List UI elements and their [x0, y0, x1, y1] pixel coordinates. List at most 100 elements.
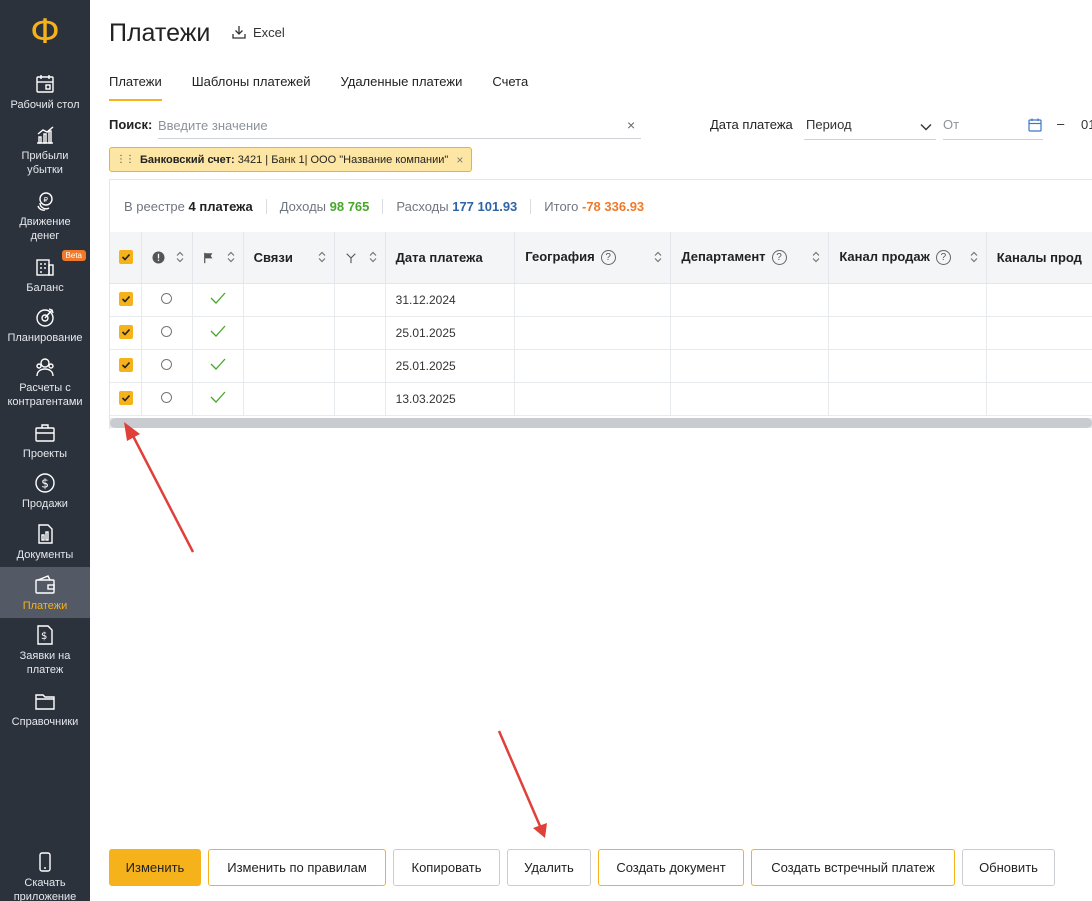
table-row[interactable]: 25.01.2025 — [110, 316, 1092, 350]
scrollbar-thumb[interactable] — [110, 418, 1092, 428]
sort-icon[interactable] — [369, 251, 377, 263]
refresh-button[interactable]: Обновить — [962, 849, 1055, 886]
summary-total-value: -78 336.93 — [582, 198, 645, 214]
row-checkbox[interactable] — [118, 292, 133, 306]
row-radio[interactable] — [161, 358, 173, 370]
help-icon[interactable]: ? — [771, 250, 787, 266]
sort-icon[interactable] — [970, 251, 978, 263]
delete-button[interactable]: Удалить — [507, 849, 591, 886]
horizontal-scrollbar[interactable] — [110, 418, 1092, 428]
column-payment-date[interactable]: Дата платежа — [385, 232, 516, 284]
alert-icon — [152, 251, 165, 264]
create-document-button[interactable]: Создать документ — [598, 849, 744, 886]
sidebar: Ф Рабочий стол Прибыли убытки ₽ Движение… — [0, 0, 90, 901]
excel-export-button[interactable]: Excel — [231, 24, 285, 40]
filter-chip[interactable]: ⋮⋮ Банковский счет: 3421 | Банк 1| ООО "… — [109, 147, 473, 172]
column-sales-channels[interactable]: Каналы прод — [986, 232, 1092, 284]
close-icon[interactable]: × — [456, 153, 463, 167]
table-row[interactable]: 25.01.2025 — [110, 349, 1092, 383]
column-split[interactable] — [334, 232, 386, 284]
help-icon[interactable]: ? — [935, 250, 951, 266]
sort-icon[interactable] — [318, 251, 326, 263]
row-links — [243, 349, 335, 383]
column-alert[interactable] — [141, 232, 193, 284]
tab-deleted-payments[interactable]: Удаленные платежи — [341, 74, 463, 101]
logo[interactable]: Ф — [0, 0, 90, 64]
summary-total: Итого -78 336.93 — [531, 199, 657, 214]
sort-icon[interactable] — [812, 251, 820, 263]
row-checkbox[interactable] — [118, 325, 133, 339]
column-geography[interactable]: География? — [514, 232, 672, 284]
sidebar-item-directories[interactable]: Справочники — [0, 690, 90, 729]
folder-icon — [35, 694, 55, 710]
row-select — [110, 382, 143, 416]
copy-button[interactable]: Копировать — [393, 849, 500, 886]
select-all-header — [110, 232, 143, 284]
table-row[interactable]: 31.12.2024 — [110, 283, 1092, 317]
chart-icon — [37, 126, 54, 144]
sidebar-item-sales[interactable]: $ Продажи — [0, 472, 90, 511]
row-department — [670, 316, 830, 350]
page-title: Платежи — [109, 19, 211, 47]
summary-income-value: 98 765 — [329, 198, 370, 214]
chevron-down-icon — [920, 124, 932, 131]
sidebar-item-balance[interactable]: Beta Баланс — [0, 250, 90, 295]
sort-icon[interactable] — [654, 251, 662, 263]
sidebar-item-payment-requests[interactable]: $ Заявки на платеж — [0, 624, 90, 677]
edit-button[interactable]: Изменить — [109, 849, 201, 886]
dollar-icon: $ — [35, 473, 55, 493]
sidebar-item-label: Прибыли убытки — [21, 150, 69, 176]
column-sales-channel[interactable]: Канал продаж? — [828, 232, 987, 284]
tabs: Платежи Шаблоны платежей Удаленные плате… — [109, 74, 528, 101]
row-radio[interactable] — [161, 292, 173, 304]
row-links — [243, 316, 335, 350]
sort-icon[interactable] — [176, 251, 184, 263]
row-department — [670, 283, 830, 317]
sidebar-item-counterparties[interactable]: Расчеты с контрагентами — [0, 356, 90, 409]
row-date: 13.03.2025 — [385, 382, 516, 416]
sidebar-item-documents[interactable]: Документы — [0, 523, 90, 562]
sidebar-item-label: Движение денег — [19, 216, 71, 242]
select-all-checkbox[interactable] — [118, 249, 133, 264]
tab-payment-templates[interactable]: Шаблоны платежей — [192, 74, 311, 101]
row-radio[interactable] — [161, 325, 173, 337]
search-clear-icon[interactable]: × — [627, 117, 635, 133]
row-status — [141, 283, 193, 317]
date-from-field[interactable]: От — [943, 113, 1043, 140]
sidebar-item-cashflow[interactable]: ₽ Движение денег — [0, 190, 90, 243]
row-select — [110, 283, 143, 317]
search-input[interactable] — [158, 113, 641, 139]
row-radio[interactable] — [161, 391, 173, 403]
edit-by-rules-button[interactable]: Изменить по правилам — [208, 849, 386, 886]
sidebar-item-dashboard[interactable]: Рабочий стол — [0, 73, 90, 112]
sidebar-item-projects[interactable]: Проекты — [0, 422, 90, 461]
period-value: Период — [806, 117, 852, 132]
help-icon[interactable]: ? — [600, 250, 616, 266]
period-select[interactable]: Период — [804, 113, 936, 140]
table-row[interactable]: 13.03.2025 — [110, 382, 1092, 416]
date-filter-label: Дата платежа — [710, 117, 793, 132]
sort-icon[interactable] — [227, 251, 235, 263]
column-department[interactable]: Департамент? — [670, 232, 830, 284]
sidebar-item-label: Проекты — [22, 448, 68, 460]
sidebar-item-label: Скачать приложение — [13, 877, 77, 901]
column-links[interactable]: Связи — [243, 232, 335, 284]
create-counter-payment-button[interactable]: Создать встречный платеж — [751, 849, 955, 886]
row-checkbox[interactable] — [118, 391, 133, 405]
tab-invoices[interactable]: Счета — [492, 74, 528, 101]
checkmark-icon — [210, 292, 226, 304]
target-icon — [36, 308, 54, 327]
arrow-to-delete-button — [497, 730, 547, 838]
column-flag[interactable] — [192, 232, 244, 284]
calendar-icon[interactable] — [1027, 117, 1043, 133]
sidebar-item-planning[interactable]: Планирование — [0, 306, 90, 345]
date-to-field[interactable]: 01 — [1081, 117, 1092, 132]
drag-handle-icon[interactable]: ⋮⋮ — [116, 154, 135, 165]
row-checkbox[interactable] — [118, 358, 133, 372]
sidebar-item-payments[interactable]: Платежи — [0, 567, 90, 618]
sidebar-item-label: Продажи — [22, 498, 68, 510]
sidebar-item-pnl[interactable]: Прибыли убытки — [0, 124, 90, 177]
sidebar-item-download-app[interactable]: Скачать приложение — [0, 851, 90, 901]
tab-payments[interactable]: Платежи — [109, 74, 162, 101]
phone-icon — [39, 852, 51, 872]
